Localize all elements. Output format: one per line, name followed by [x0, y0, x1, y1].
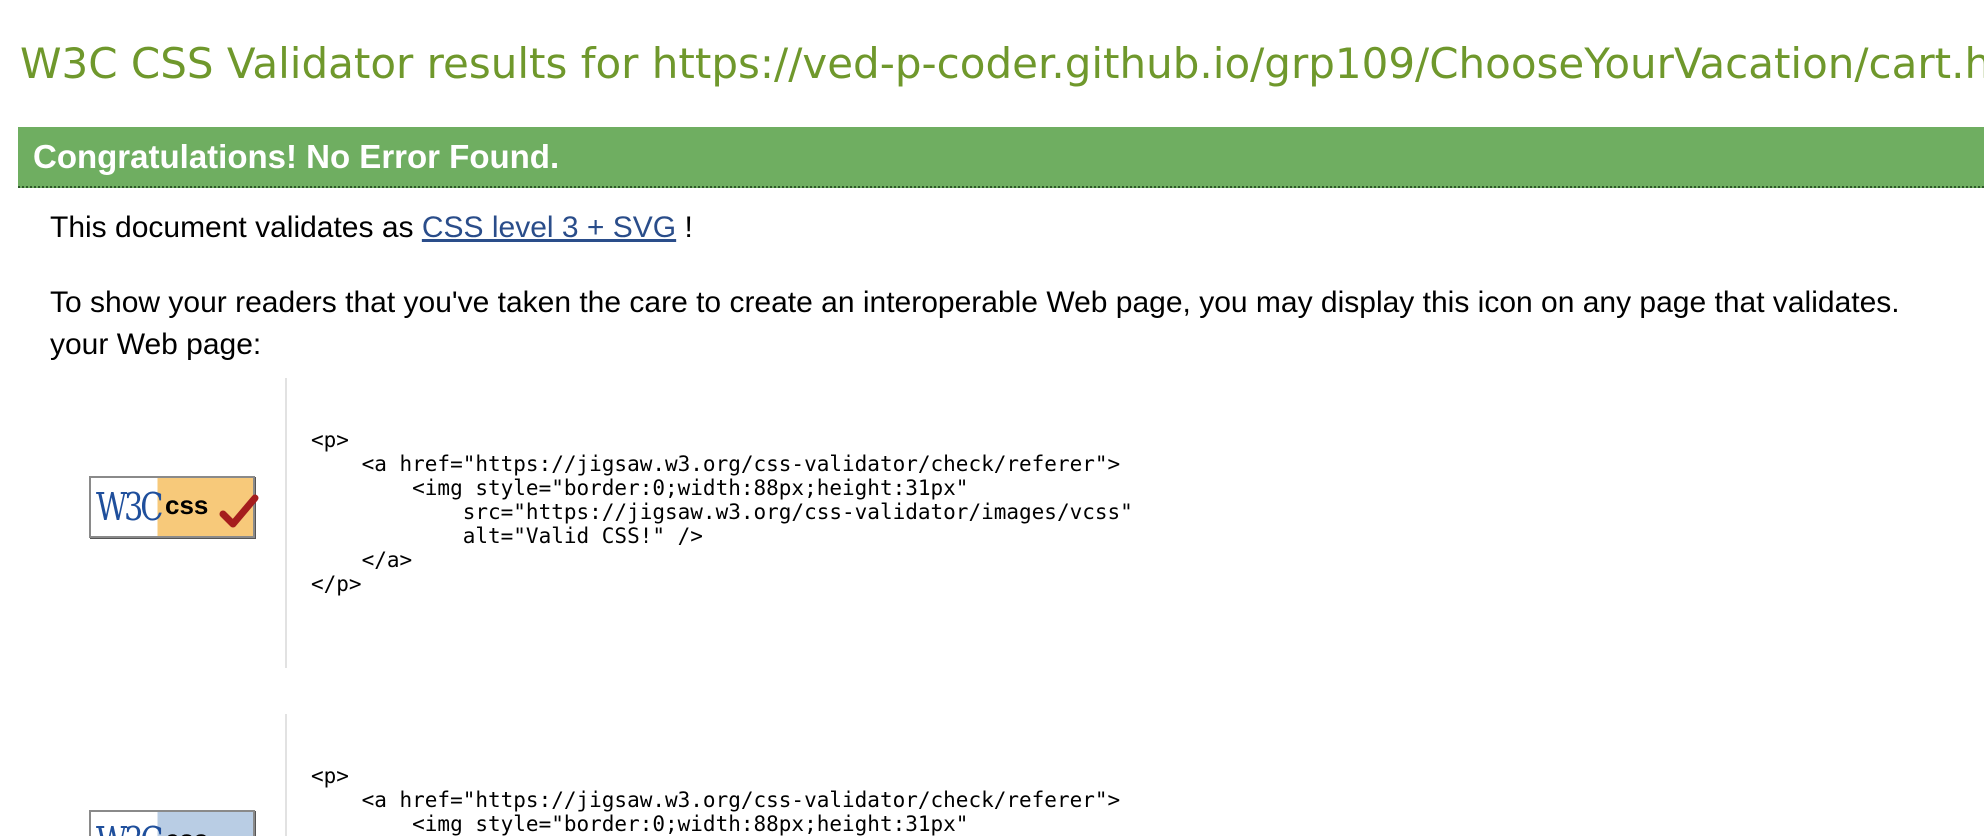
- badge-code-snippet: <p> <a href="https://jigsaw.w3.org/css-v…: [311, 764, 1121, 836]
- valid-css-badge: W3C css: [89, 476, 259, 538]
- css-label: css: [165, 490, 209, 520]
- css-label: css: [165, 826, 208, 836]
- badge-block-css: W3C css <p> <a href="https://jigsaw.w3.o…: [50, 378, 1984, 668]
- page-title: W3C CSS Validator results for https://ve…: [20, 39, 1984, 88]
- validation-statement: This document validates as CSS level 3 +…: [50, 208, 693, 248]
- success-message: Congratulations! No Error Found.: [33, 138, 560, 175]
- css-level-link[interactable]: CSS level 3 + SVG: [422, 211, 676, 244]
- w3c-logo: W3C: [96, 817, 163, 836]
- badge-block-css-blue: W3C css <p> <a href="https://jigsaw.w3.o…: [50, 714, 1984, 836]
- instructions-paragraph: To show your readers that you've taken t…: [50, 282, 1900, 366]
- instructions-line-2: your Web page:: [50, 328, 262, 361]
- badge-code-snippet: <p> <a href="https://jigsaw.w3.org/css-v…: [311, 428, 1133, 596]
- code-divider: [285, 378, 287, 668]
- validation-prefix: This document validates as: [50, 211, 414, 244]
- validation-suffix: !: [676, 211, 693, 244]
- code-divider: [285, 714, 287, 836]
- success-banner: Congratulations! No Error Found.: [18, 127, 1984, 188]
- check-icon: [219, 494, 259, 528]
- valid-css-blue-badge: W3C css: [89, 810, 255, 836]
- instructions-line-1: To show your readers that you've taken t…: [50, 286, 1900, 319]
- w3c-logo: W3C: [96, 485, 163, 529]
